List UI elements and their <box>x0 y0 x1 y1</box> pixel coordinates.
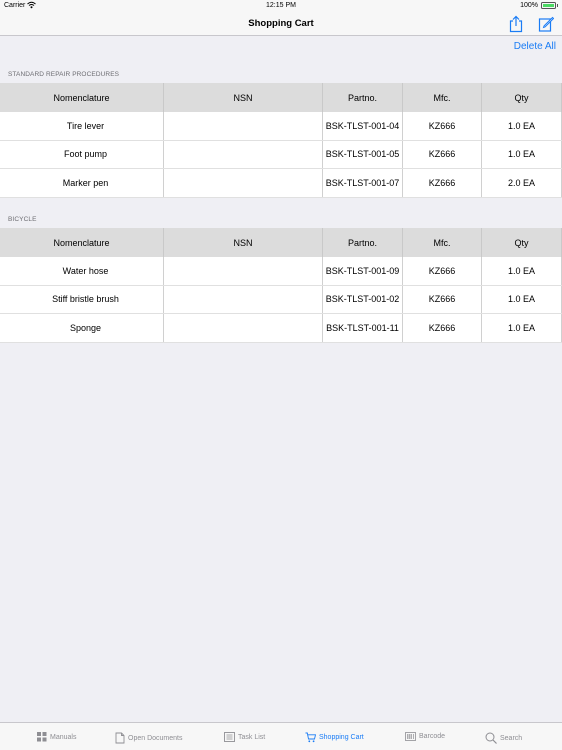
column-header-partno: Partno. <box>323 228 403 257</box>
nomenclature-cell: Sponge <box>8 314 164 342</box>
nomenclature-cell: Stiff bristle brush <box>8 285 164 313</box>
table-row[interactable]: Foot pump BSK-TLST-001-05 KZ666 1.0 EA <box>0 140 562 169</box>
parts-table-bicycle: Nomenclature NSN Partno. Mfc. Qty Water … <box>0 228 562 343</box>
mfc-cell: KZ666 <box>403 257 482 285</box>
nomenclature-cell: Marker pen <box>8 169 164 197</box>
qty-cell: 1.0 EA <box>482 257 562 285</box>
table-row[interactable]: Sponge BSK-TLST-001-11 KZ666 1.0 EA <box>0 314 562 343</box>
status-bar: Carrier 12:15 PM 100% <box>0 0 562 12</box>
column-header-nomenclature: Nomenclature <box>0 228 164 257</box>
column-header-mfc: Mfc. <box>403 228 482 257</box>
partno-cell: BSK-TLST-001-05 <box>323 140 403 168</box>
column-header-nsn: NSN <box>164 228 323 257</box>
tab-label: Barcode <box>419 733 446 740</box>
nsn-cell <box>164 285 323 313</box>
partno-cell: BSK-TLST-001-04 <box>323 112 403 140</box>
mfc-cell: KZ666 <box>403 112 482 140</box>
nsn-cell <box>164 314 323 342</box>
nomenclature-cell: Tire lever <box>8 112 164 140</box>
qty-cell: 1.0 EA <box>482 314 562 342</box>
table-row[interactable]: Tire lever BSK-TLST-001-04 KZ666 1.0 EA <box>0 112 562 141</box>
cart-content: Delete All STANDARD REPAIR PROCEDURES No… <box>0 37 562 722</box>
mfc-cell: KZ666 <box>403 285 482 313</box>
grid-icon <box>37 732 47 742</box>
mfc-cell: KZ666 <box>403 140 482 168</box>
nsn-cell <box>164 140 323 168</box>
page-title: Shopping Cart <box>248 18 314 29</box>
table-row[interactable]: Marker pen BSK-TLST-001-07 KZ666 2.0 EA <box>0 169 562 198</box>
tab-label: Task List <box>238 733 266 741</box>
column-header-qty: Qty <box>482 228 562 257</box>
partno-cell: BSK-TLST-001-07 <box>323 169 403 197</box>
column-header-mfc: Mfc. <box>403 83 482 112</box>
tab-label: Manuals <box>50 733 77 741</box>
column-header-nomenclature: Nomenclature <box>0 83 164 112</box>
document-icon <box>115 732 125 744</box>
table-header-row: Nomenclature NSN Partno. Mfc. Qty <box>0 83 562 112</box>
mfc-cell: KZ666 <box>403 314 482 342</box>
section-header-standard-repair: STANDARD REPAIR PROCEDURES <box>8 71 120 78</box>
nsn-cell <box>164 257 323 285</box>
tab-manuals[interactable]: Manuals <box>37 732 76 742</box>
table-row[interactable]: Water hose BSK-TLST-001-09 KZ666 1.0 EA <box>0 257 562 286</box>
tab-task-list[interactable]: Task List <box>224 732 265 742</box>
battery-icon <box>541 2 556 9</box>
list-icon <box>224 732 235 742</box>
column-header-qty: Qty <box>482 83 562 112</box>
mfc-cell: KZ666 <box>403 169 482 197</box>
qty-cell: 1.0 EA <box>482 112 562 140</box>
section-header-bicycle: BICYCLE <box>8 216 37 223</box>
cart-icon <box>305 732 316 743</box>
tab-shopping-cart[interactable]: Shopping Cart <box>305 732 364 743</box>
compose-icon[interactable] <box>538 15 554 33</box>
qty-cell: 1.0 EA <box>482 140 562 168</box>
tab-label: Search <box>500 734 523 742</box>
nomenclature-cell: Foot pump <box>8 140 164 168</box>
tab-bar: Manuals Open Documents Task List Shoppin… <box>0 722 562 750</box>
qty-cell: 1.0 EA <box>482 285 562 313</box>
partno-cell: BSK-TLST-001-02 <box>323 285 403 313</box>
partno-cell: BSK-TLST-001-11 <box>323 314 403 342</box>
barcode-icon <box>405 732 416 741</box>
table-header-row: Nomenclature NSN Partno. Mfc. Qty <box>0 228 562 257</box>
column-header-partno: Partno. <box>323 83 403 112</box>
nsn-cell <box>164 169 323 197</box>
table-row[interactable]: Stiff bristle brush BSK-TLST-001-02 KZ66… <box>0 285 562 314</box>
tab-open-documents[interactable]: Open Documents <box>115 732 182 744</box>
delete-all-button[interactable]: Delete All <box>514 41 556 52</box>
search-icon <box>485 732 497 744</box>
nsn-cell <box>164 112 323 140</box>
parts-table-standard-repair: Nomenclature NSN Partno. Mfc. Qty Tire l… <box>0 83 562 198</box>
tab-search[interactable]: Search <box>485 732 522 744</box>
nomenclature-cell: Water hose <box>8 257 164 285</box>
navigation-bar: Shopping Cart <box>0 12 562 36</box>
tab-label: Shopping Cart <box>319 734 364 741</box>
battery-percent: 100% <box>520 2 538 9</box>
tab-barcode[interactable]: Barcode <box>405 732 445 741</box>
tab-label: Open Documents <box>128 734 183 742</box>
clock: 12:15 PM <box>266 2 296 9</box>
share-icon[interactable] <box>508 15 524 33</box>
battery-tip <box>556 4 558 7</box>
column-header-nsn: NSN <box>164 83 323 112</box>
partno-cell: BSK-TLST-001-09 <box>323 257 403 285</box>
qty-cell: 2.0 EA <box>482 169 562 197</box>
